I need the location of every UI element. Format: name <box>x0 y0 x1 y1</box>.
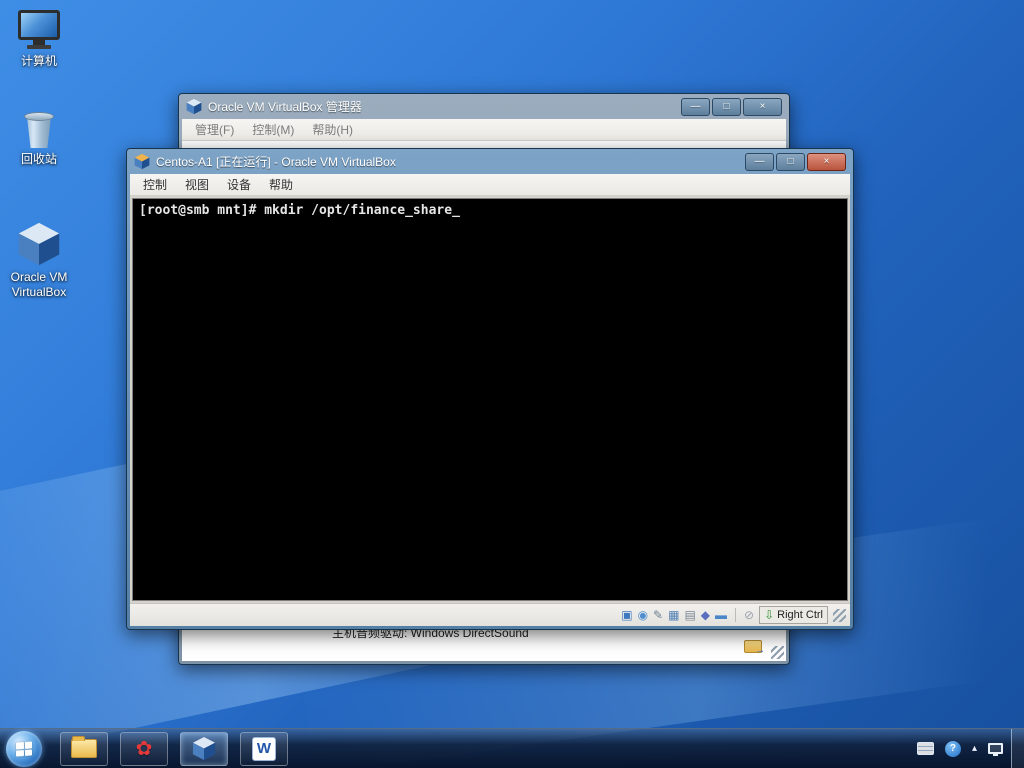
vm-titlebar[interactable]: Centos-A1 [正在运行] - Oracle VM VirtualBox … <box>130 149 850 174</box>
virtualbox-cube-icon <box>17 222 61 266</box>
word-icon: W <box>252 736 276 761</box>
shared-folder-indicator-icon <box>744 640 765 656</box>
vm-window-icon <box>134 153 150 170</box>
menu-machine[interactable]: 控制(M) <box>243 119 303 140</box>
statusbar-separator <box>735 608 737 622</box>
host-key-label: Right Ctrl <box>777 609 823 621</box>
minimize-button[interactable]: — <box>681 97 710 116</box>
vm-window-title: Centos-A1 [正在运行] - Oracle VM VirtualBox <box>156 155 396 169</box>
terminal-output: [root@smb mnt]# mkdir /opt/finance_share… <box>139 203 460 218</box>
menu-help[interactable]: 帮助 <box>260 174 302 195</box>
menu-view[interactable]: 视图 <box>176 174 218 195</box>
usb-icon[interactable]: ◆ <box>701 609 710 621</box>
flower-app-icon: ✿ <box>135 737 153 760</box>
windows-flag-icon <box>16 740 32 757</box>
virtualbox-cube-icon <box>192 736 216 761</box>
computer-icon <box>18 10 60 50</box>
folder-icon <box>71 736 97 758</box>
hard-disk-icon[interactable]: ▤ <box>684 609 695 621</box>
desktop-icon-recycle-bin[interactable]: 回收站 <box>0 110 78 167</box>
maximize-button[interactable]: □ <box>776 152 805 171</box>
recording-icon[interactable]: ✎ <box>653 609 663 621</box>
virtualbox-icon <box>186 98 202 115</box>
manager-menubar: 管理(F) 控制(M) 帮助(H) <box>182 119 786 141</box>
taskbar: ✿ W ? ▴ <box>0 728 1024 768</box>
menu-devices[interactable]: 设备 <box>218 174 260 195</box>
start-button[interactable] <box>6 730 42 767</box>
system-tray: ? ▴ <box>916 740 1011 757</box>
maximize-button[interactable]: □ <box>712 97 741 116</box>
taskbar-button-virtualbox[interactable] <box>180 731 228 766</box>
menu-file[interactable]: 管理(F) <box>186 119 243 140</box>
desktop-icon-virtualbox[interactable]: Oracle VM VirtualBox <box>0 222 78 300</box>
terminal-screen[interactable]: [root@smb mnt]# mkdir /opt/finance_share… <box>132 198 848 601</box>
manager-window-title: Oracle VM VirtualBox 管理器 <box>208 100 362 114</box>
ime-icon[interactable] <box>916 742 934 755</box>
show-desktop-button[interactable] <box>1011 728 1024 768</box>
optical-disc-icon[interactable]: ◉ <box>638 609 648 621</box>
resize-grip[interactable] <box>771 646 784 659</box>
display-icon[interactable]: ▣ <box>621 609 632 621</box>
manager-titlebar[interactable]: Oracle VM VirtualBox 管理器 — □ × <box>182 94 786 119</box>
desktop-icon-computer[interactable]: 计算机 <box>0 10 78 69</box>
desktop-icon-label: 回收站 <box>20 152 57 166</box>
menu-machine[interactable]: 控制 <box>134 174 176 195</box>
mouse-icon[interactable]: ⊘ <box>744 609 754 621</box>
desktop-icon-label: Oracle VM VirtualBox <box>10 270 68 299</box>
shared-clipboard-icon[interactable]: ▦ <box>668 609 679 621</box>
minimize-button[interactable]: — <box>745 152 774 171</box>
vm-menubar: 控制 视图 设备 帮助 <box>130 174 850 196</box>
menu-help[interactable]: 帮助(H) <box>303 119 362 140</box>
help-icon[interactable]: ? <box>944 740 961 757</box>
resize-grip[interactable] <box>833 608 846 622</box>
recycle-bin-icon <box>24 110 54 148</box>
desktop-icon-label: 计算机 <box>20 54 57 68</box>
network-tray-icon[interactable] <box>988 743 1003 756</box>
keyboard-icon: ⇩ <box>764 608 775 622</box>
close-button[interactable]: × <box>743 97 782 116</box>
taskbar-button-explorer[interactable] <box>60 731 108 766</box>
taskbar-button-app[interactable]: ✿ <box>120 731 168 766</box>
vm-statusbar: ▣ ◉ ✎ ▦ ▤ ◆ ▬ ⊘ ⇩ Right Ctrl <box>130 603 850 626</box>
tray-expand-icon[interactable]: ▴ <box>972 743 977 754</box>
taskbar-button-word[interactable]: W <box>240 731 288 766</box>
close-button[interactable]: × <box>807 152 846 171</box>
vm-display-area: [root@smb mnt]# mkdir /opt/finance_share… <box>130 196 850 603</box>
vm-window: Centos-A1 [正在运行] - Oracle VM VirtualBox … <box>126 148 854 630</box>
network-icon[interactable]: ▬ <box>715 609 727 621</box>
host-key-indicator: ⇩ Right Ctrl <box>759 606 828 624</box>
